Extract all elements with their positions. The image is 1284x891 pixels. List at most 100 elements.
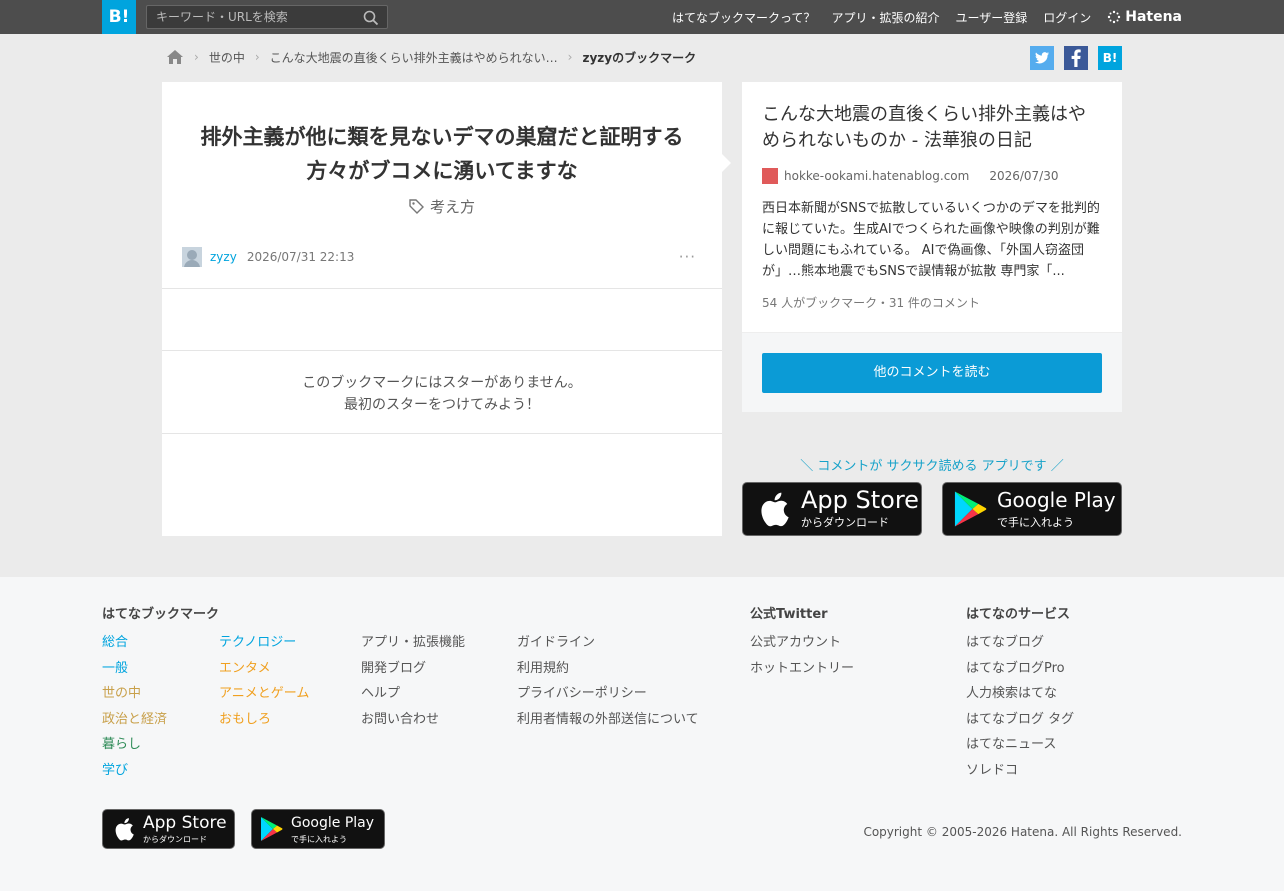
footer-col-info: アプリ・拡張機能 開発ブログ ヘルプ お問い合わせ (361, 633, 465, 729)
footer-link-official-account[interactable]: 公式アカウント (750, 633, 854, 653)
footer-link-hatena-blog-pro[interactable]: はてなブログPro (966, 659, 1074, 679)
footer-link-help[interactable]: ヘルプ (361, 684, 465, 704)
footer-link-fun[interactable]: おもしろ (219, 710, 309, 730)
divider (162, 288, 722, 289)
tag-label: 考え方 (429, 198, 475, 216)
tag-icon (409, 199, 424, 214)
footer-services-heading: はてなのサービス (966, 607, 1071, 622)
footer-link-economics[interactable]: 政治と経済 (102, 710, 167, 730)
entry-date: 2026/07/30 (989, 169, 1059, 183)
read-other-comments-button[interactable]: 他のコメントを読む (762, 353, 1102, 393)
bookmark-tag[interactable]: 考え方 (162, 196, 722, 217)
hatena-bookmark-logo[interactable]: B! (102, 0, 136, 34)
app-store-label: App Store (801, 486, 919, 514)
apple-icon (761, 492, 789, 527)
entry-title[interactable]: こんな大地震の直後くらい排外主義はやめられないものか - 法華狼の日記 (762, 102, 1102, 154)
footer-app-store-sublabel: からダウンロード (143, 834, 207, 844)
nav-apps[interactable]: アプリ・拡張の紹介 (831, 9, 939, 26)
entry-meta: hokke-ookami.hatenablog.com 2026/07/30 (762, 168, 1102, 184)
apple-icon (115, 818, 134, 841)
footer-link-contact[interactable]: お問い合わせ (361, 710, 465, 730)
footer-google-play-sublabel: で手に入れよう (291, 834, 347, 844)
footer-link-hot-entry[interactable]: ホットエントリー (750, 659, 854, 679)
google-play-button[interactable]: Google Play で手に入れよう (942, 482, 1122, 536)
nav-about[interactable]: はてなブックマークって？ (672, 9, 815, 26)
google-play-sublabel: で手に入れよう (997, 516, 1074, 529)
footer-app-store-label: App Store (143, 812, 227, 833)
google-play-label: Google Play (997, 488, 1116, 512)
breadcrumb-current: zyzyのブックマーク (582, 50, 697, 65)
footer-bookmark-heading: はてなブックマーク (102, 607, 220, 622)
footer-col-services: はてなブログ はてなブログPro 人力検索はてな はてなブログ タグ はてなニュ… (966, 633, 1074, 781)
avatar[interactable] (182, 247, 202, 267)
chevron-right-icon: › (194, 50, 199, 64)
google-play-icon (261, 817, 283, 841)
card-pointer (722, 154, 731, 172)
footer-link-hatena-news[interactable]: はてなニュース (966, 735, 1074, 755)
twitter-icon (1035, 52, 1049, 64)
footer-col-categories: 総合 一般 世の中 政治と経済 暮らし 学び (102, 633, 167, 781)
top-nav: はてなブックマークって？ アプリ・拡張の紹介 ユーザー登録 ログイン Haten… (672, 0, 1182, 34)
footer-link-game[interactable]: アニメとゲーム (219, 684, 309, 704)
hatena-logo-text: Hatena (1125, 9, 1182, 25)
search-icon[interactable] (363, 10, 379, 26)
footer-col-policy: ガイドライン 利用規約 プライバシーポリシー 利用者情報の外部送信について (517, 633, 699, 729)
no-star-line-1: このブックマークにはスターがありません。 (302, 375, 582, 391)
nav-register[interactable]: ユーザー登録 (955, 9, 1027, 26)
top-header: B! はてなブックマークって？ アプリ・拡張の紹介 ユーザー登録 ログイン Ha… (0, 0, 1284, 34)
hatena-logo[interactable]: Hatena (1107, 9, 1182, 25)
footer-app-store-button[interactable]: App Store からダウンロード (102, 809, 235, 849)
footer-col-twitter: 公式アカウント ホットエントリー (750, 633, 854, 678)
entry-description: 西日本新聞がSNSで拡散しているいくつかのデマを批判的に報じていた。生成AIでつ… (762, 201, 1100, 279)
footer-link-entertainment[interactable]: エンタメ (219, 659, 309, 679)
breadcrumb-category[interactable]: 世の中 (209, 49, 245, 66)
search-box[interactable] (146, 5, 388, 29)
breadcrumb-entry[interactable]: こんな大地震の直後くらい排外主義はやめられない… (270, 49, 558, 66)
google-play-icon (954, 491, 987, 527)
divider (162, 350, 722, 351)
footer-link-hatena-blog[interactable]: はてなブログ (966, 633, 1074, 653)
app-store-button[interactable]: App Store からダウンロード (742, 482, 922, 536)
home-icon[interactable] (166, 49, 184, 65)
footer-link-external-transmission[interactable]: 利用者情報の外部送信について (517, 710, 699, 730)
entry-domain[interactable]: hokke-ookami.hatenablog.com (784, 169, 969, 183)
app-store-sublabel: からダウンロード (801, 516, 889, 529)
footer-link-life[interactable]: 暮らし (102, 735, 167, 755)
footer-google-play-button[interactable]: Google Play で手に入れよう (251, 809, 385, 849)
bookmark-comment: 排外主義が他に類を見ないデマの巣窟だと証明する方々がブコメに湧いてますな (200, 125, 684, 183)
nav-login[interactable]: ログイン (1043, 9, 1091, 26)
footer-link-guideline[interactable]: ガイドライン (517, 633, 699, 653)
copyright: Copyright © 2005-2026 Hatena. All Rights… (863, 825, 1182, 839)
footer-google-play-label: Google Play (291, 814, 375, 831)
bookmark-meta: zyzy 2026/07/31 22:13 ··· (182, 246, 696, 268)
username[interactable]: zyzy (210, 250, 237, 264)
chevron-right-icon: › (254, 50, 260, 64)
facebook-share-button[interactable] (1064, 46, 1088, 70)
footer-twitter-heading: 公式Twitter (750, 607, 828, 622)
share-buttons: B! (1030, 46, 1122, 70)
app-promo-text: ＼ コメントが サクサク読める アプリです ／ (800, 459, 1064, 474)
footer-link-knowledge[interactable]: 学び (102, 761, 167, 781)
footer-link-all[interactable]: 総合 (102, 633, 167, 653)
entry-bookmark-count[interactable]: 54 人がブックマーク・31 件のコメント (762, 294, 1102, 311)
footer-link-blog-tag[interactable]: はてなブログ タグ (966, 710, 1074, 730)
footer-link-apps[interactable]: アプリ・拡張機能 (361, 633, 465, 653)
hatena-bookmark-share-button[interactable]: B! (1098, 46, 1122, 70)
no-star-message: このブックマークにはスターがありません。 最初のスターをつけてみよう！ (162, 372, 722, 416)
footer-link-soredoko[interactable]: ソレドコ (966, 761, 1074, 781)
footer-link-general[interactable]: 一般 (102, 659, 167, 679)
search-input[interactable] (156, 10, 356, 24)
footer-link-jinriki[interactable]: 人力検索はてな (966, 684, 1074, 704)
footer-link-terms[interactable]: 利用規約 (517, 659, 699, 679)
hatena-dots-icon (1108, 10, 1121, 24)
twitter-share-button[interactable] (1030, 46, 1054, 70)
footer-link-social[interactable]: 世の中 (102, 684, 167, 704)
more-options-icon[interactable]: ··· (679, 248, 696, 266)
footer-link-privacy[interactable]: プライバシーポリシー (517, 684, 699, 704)
chevron-right-icon: › (567, 50, 573, 64)
entry-card: こんな大地震の直後くらい排外主義はやめられないものか - 法華狼の日記 hokk… (742, 82, 1122, 412)
bookmark-date[interactable]: 2026/07/31 22:13 (247, 250, 355, 264)
footer-link-dev-blog[interactable]: 開発ブログ (361, 659, 465, 679)
footer-link-it[interactable]: テクノロジー (219, 633, 309, 653)
footer-col-categories-2: テクノロジー エンタメ アニメとゲーム おもしろ (219, 633, 309, 729)
